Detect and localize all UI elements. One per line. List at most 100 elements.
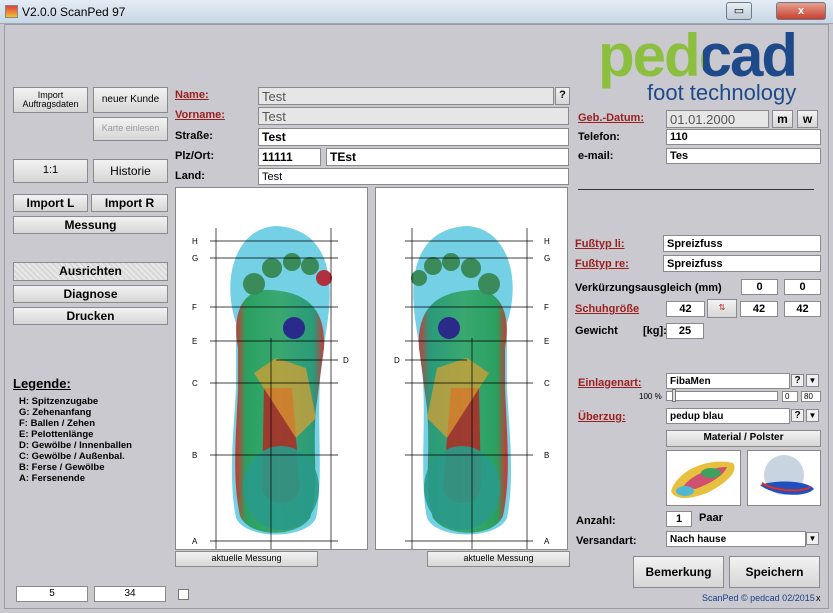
- plz-label: Plz/Ort:: [175, 150, 215, 162]
- marker-label: C: [192, 379, 198, 388]
- geb-datum-input[interactable]: 01.01.2000: [666, 110, 769, 128]
- drucken-button[interactable]: Drucken: [13, 307, 168, 325]
- option-checkbox[interactable]: [178, 589, 189, 600]
- app-icon: [5, 5, 18, 18]
- legend-item: G: Zehenanfang: [19, 407, 92, 418]
- legend-item: D: Gewölbe / Innenballen: [19, 440, 132, 451]
- fusstyp-li-label[interactable]: Fußtyp li:: [575, 238, 625, 250]
- marker-label: E: [192, 337, 197, 346]
- bemerkung-button[interactable]: Bemerkung: [633, 556, 724, 588]
- slider-handle[interactable]: [672, 389, 676, 402]
- restore-button[interactable]: ▭: [726, 2, 752, 20]
- status-close[interactable]: x: [816, 593, 821, 603]
- plz-input[interactable]: 11111: [258, 148, 321, 166]
- pedcad-logo: pedcad: [598, 26, 798, 86]
- legend-item: F: Ballen / Zehen: [19, 418, 96, 429]
- female-button[interactable]: w: [797, 110, 818, 128]
- marker-label: D: [343, 356, 349, 365]
- size-convert-icon[interactable]: ⇅: [707, 299, 737, 318]
- status-text: ScanPed © pedcad 02/2015: [702, 593, 815, 603]
- marker-label: A: [192, 537, 198, 546]
- material-polster-button[interactable]: Material / Polster: [666, 430, 821, 447]
- vorname-label[interactable]: Vorname:: [175, 109, 225, 121]
- name-label[interactable]: Name:: [175, 89, 209, 101]
- historie-button[interactable]: Historie: [93, 159, 168, 183]
- import-r-button[interactable]: Import R: [91, 194, 168, 212]
- gewicht-input[interactable]: 25: [666, 323, 704, 339]
- schuhgroesse-label[interactable]: Schuhgröße: [575, 303, 639, 315]
- fusstyp-re-label[interactable]: Fußtyp re:: [575, 258, 629, 270]
- marker-label: H: [544, 237, 550, 246]
- telefon-input[interactable]: 110: [666, 129, 821, 145]
- name-input[interactable]: Test: [258, 87, 554, 105]
- kg-label: [kg]:: [643, 325, 667, 337]
- ueberzug-select[interactable]: pedup blau: [666, 408, 790, 424]
- name-help-button[interactable]: ?: [555, 87, 570, 105]
- ort-input[interactable]: TEst: [326, 148, 569, 166]
- slider-max: 80: [801, 391, 821, 402]
- left-foot-scan[interactable]: H G F E D C B A: [175, 187, 368, 550]
- legend-item: A: Fersenende: [19, 473, 85, 484]
- marker-label: D: [394, 356, 400, 365]
- strasse-label: Straße:: [175, 130, 213, 142]
- status-field-2: 34: [94, 586, 166, 602]
- messung-button[interactable]: Messung: [13, 216, 168, 234]
- schuhgroesse-input[interactable]: 42: [666, 301, 705, 317]
- schuhgroesse-right-input[interactable]: 42: [784, 301, 821, 317]
- ueberzug-help-button[interactable]: ?: [791, 409, 804, 422]
- legend-item: H: Spitzenzugabe: [19, 396, 99, 407]
- window-title: V2.0.0 ScanPed 97: [22, 5, 126, 19]
- einlagenart-help-button[interactable]: ?: [791, 374, 804, 387]
- import-auftragsdaten-button[interactable]: Import Auftragsdaten: [13, 87, 88, 113]
- logo-tagline: foot technology: [647, 80, 797, 105]
- diagnose-button[interactable]: Diagnose: [13, 285, 168, 303]
- scale-button[interactable]: 1:1: [13, 159, 88, 183]
- schuhgroesse-left-input[interactable]: 42: [740, 301, 778, 317]
- insole-slider[interactable]: [666, 391, 778, 401]
- marker-label: E: [544, 337, 549, 346]
- ausrichten-button[interactable]: Ausrichten: [13, 262, 168, 281]
- verkuerzung-label: Verkürzungsausgleich (mm): [575, 282, 722, 294]
- fusstyp-re-input[interactable]: Spreizfuss: [663, 255, 821, 272]
- karte-einlesen-button[interactable]: Karte einlesen: [93, 117, 168, 141]
- marker-label: B: [192, 451, 197, 460]
- land-input[interactable]: Test: [258, 168, 569, 185]
- versandart-label: Versandart:: [576, 535, 637, 547]
- marker-label: C: [544, 379, 550, 388]
- einlagenart-dropdown-icon[interactable]: ▼: [806, 374, 819, 387]
- verkuerzung-right-input[interactable]: 0: [784, 279, 821, 295]
- contact-separator: [578, 189, 814, 190]
- aktuelle-messung-left-button[interactable]: aktuelle Messung: [175, 551, 318, 567]
- neuer-kunde-button[interactable]: neuer Kunde: [93, 87, 168, 113]
- marker-label: B: [544, 451, 549, 460]
- versandart-dropdown-icon[interactable]: ▼: [806, 532, 819, 545]
- geb-datum-label[interactable]: Geb.-Datum:: [578, 112, 644, 124]
- right-foot-scan[interactable]: H G F E D C B A: [375, 187, 568, 550]
- land-label: Land:: [175, 170, 205, 182]
- vorname-input[interactable]: Test: [258, 107, 569, 125]
- male-button[interactable]: m: [772, 110, 793, 128]
- legend-list: H: Spitzenzugabe G: Zehenanfang F: Balle…: [19, 396, 132, 484]
- ueberzug-dropdown-icon[interactable]: ▼: [806, 409, 819, 422]
- logo-text: pedcad: [598, 22, 798, 89]
- anzahl-input[interactable]: 1: [666, 511, 692, 527]
- cover-image: [747, 450, 821, 506]
- gewicht-label: Gewicht: [575, 325, 618, 337]
- marker-label: G: [544, 254, 550, 263]
- email-label: e-mail:: [578, 150, 614, 162]
- fusstyp-li-input[interactable]: Spreizfuss: [663, 235, 821, 252]
- anzahl-label: Anzahl:: [576, 515, 616, 527]
- einlagenart-label[interactable]: Einlagenart:: [578, 377, 642, 389]
- einlagenart-select[interactable]: FibaMen: [666, 373, 790, 389]
- ueberzug-label[interactable]: Überzug:: [578, 411, 626, 423]
- legend-title: Legende:: [13, 376, 71, 391]
- legend-item: C: Gewölbe / Außenbal.: [19, 451, 125, 462]
- versandart-select[interactable]: Nach hause: [666, 531, 806, 547]
- email-input[interactable]: Tes: [666, 148, 821, 164]
- close-button[interactable]: x: [776, 2, 826, 20]
- strasse-input[interactable]: Test: [258, 128, 569, 146]
- import-l-button[interactable]: Import L: [13, 194, 88, 212]
- speichern-button[interactable]: Speichern: [729, 556, 820, 588]
- verkuerzung-left-input[interactable]: 0: [741, 279, 778, 295]
- aktuelle-messung-right-button[interactable]: aktuelle Messung: [427, 551, 570, 567]
